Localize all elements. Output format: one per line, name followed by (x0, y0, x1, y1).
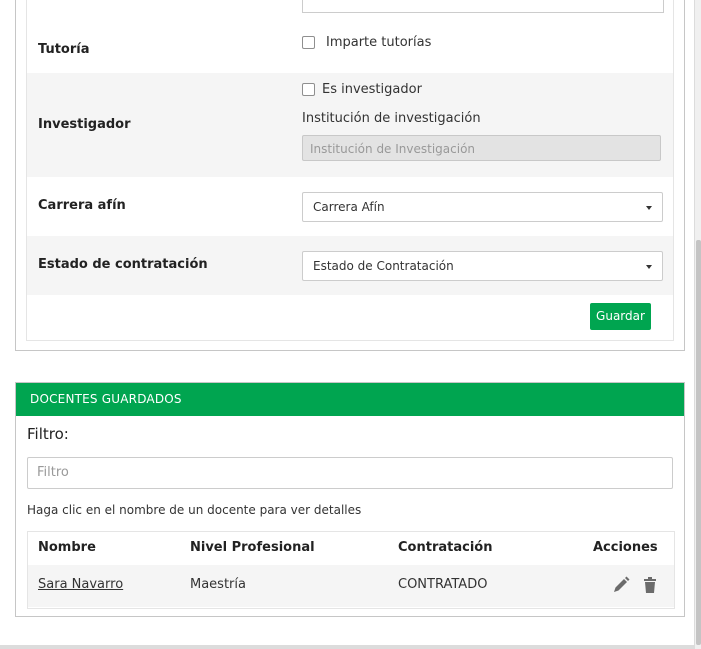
previous-field-input[interactable] (302, 0, 664, 13)
tutoria-checkbox-label: Imparte tutorías (326, 35, 432, 50)
carrera-row: Carrera afín Carrera Afín (27, 177, 673, 236)
tutoria-row: Tutoría Imparte tutorías (27, 26, 673, 73)
save-button[interactable]: Guardar (590, 303, 651, 330)
docente-form-panel: Tutoría Imparte tutorías Investigador Es… (15, 0, 685, 351)
carrera-label: Carrera afín (38, 198, 126, 213)
carrera-select-value: Carrera Afín (313, 200, 385, 214)
docente-form: Tutoría Imparte tutorías Investigador Es… (26, 0, 674, 341)
pencil-icon[interactable] (611, 575, 631, 595)
docentes-table: Nombre Nivel Profesional Contratación Ac… (27, 531, 675, 609)
docente-nivel: Maestría (190, 577, 246, 592)
estado-row: Estado de contratación Estado de Contrat… (27, 236, 673, 295)
saved-docentes-panel: DOCENTES GUARDADOS Filtro: Filtro Haga c… (15, 382, 685, 617)
estado-select[interactable]: Estado de Contratación (302, 251, 663, 281)
page-bottom-edge (0, 645, 694, 649)
chevron-down-icon (646, 265, 652, 269)
institution-input: Institución de Investigación (302, 135, 661, 161)
scrollbar[interactable] (694, 0, 701, 649)
institution-label: Institución de investigación (302, 111, 481, 126)
estado-select-value: Estado de Contratación (313, 259, 454, 273)
carrera-select[interactable]: Carrera Afín (302, 192, 663, 222)
investigador-checkbox[interactable] (302, 83, 315, 96)
trash-icon[interactable] (640, 575, 660, 595)
column-header-nivel: Nivel Profesional (190, 540, 315, 555)
saved-docentes-header: DOCENTES GUARDADOS (16, 383, 684, 416)
filter-input[interactable]: Filtro (27, 457, 673, 489)
column-header-acciones: Acciones (593, 540, 658, 555)
docente-contratacion: CONTRATADO (398, 577, 488, 592)
table-row (28, 565, 674, 607)
column-header-contratacion: Contratación (398, 540, 493, 555)
scrollbar-thumb[interactable] (696, 240, 701, 645)
tutoria-label: Tutoría (38, 42, 90, 57)
investigador-label: Investigador (38, 117, 131, 132)
docente-name-link[interactable]: Sara Navarro (38, 577, 123, 592)
estado-label: Estado de contratación (38, 257, 208, 272)
tutoria-checkbox[interactable] (302, 36, 315, 49)
hint-text: Haga clic en el nombre de un docente par… (27, 503, 362, 517)
filter-label: Filtro: (27, 425, 69, 443)
column-header-nombre: Nombre (38, 540, 96, 555)
chevron-down-icon (646, 206, 652, 210)
investigador-checkbox-label: Es investigador (322, 82, 422, 97)
previous-field-row (27, 0, 673, 26)
